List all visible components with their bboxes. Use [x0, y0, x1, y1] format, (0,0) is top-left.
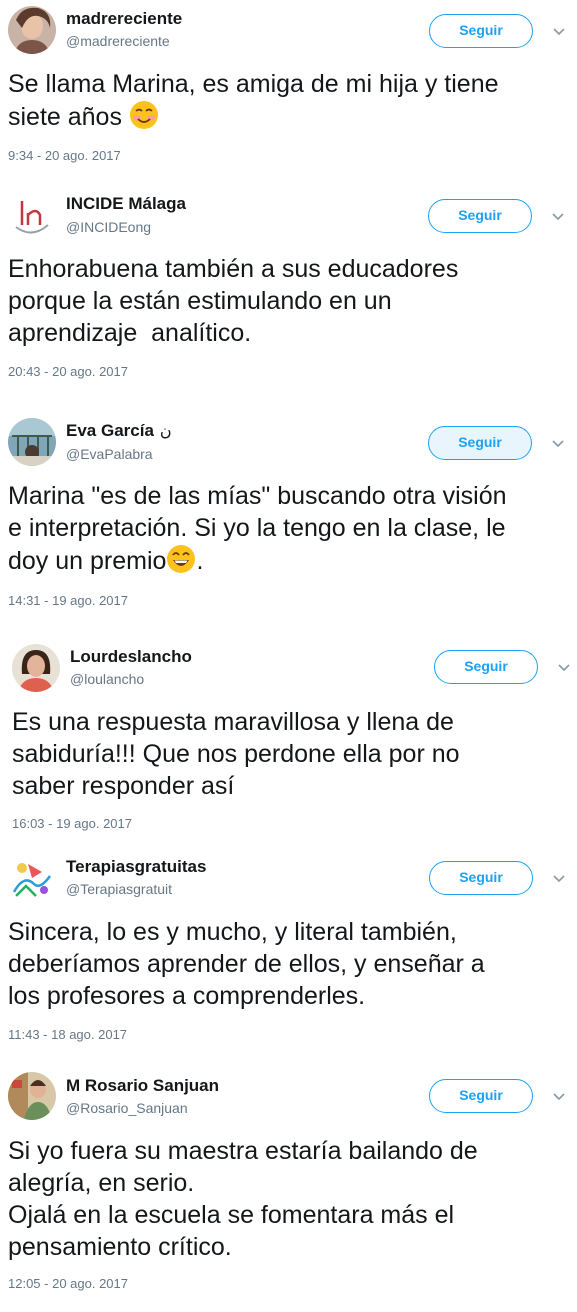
tweet-incide-malaga: INCIDE Málaga @INCIDEong Seguir Enhorabu… — [0, 185, 577, 395]
tweet-text: Si yo fuera su maestra estaría bailando … — [8, 1137, 478, 1261]
author-handle[interactable]: @loulancho — [70, 670, 144, 688]
follow-button[interactable]: Seguir — [429, 1079, 533, 1113]
follow-button[interactable]: Seguir — [434, 650, 538, 684]
avatar-lourdeslancho[interactable] — [12, 644, 60, 692]
author-name[interactable]: Lourdeslancho — [70, 647, 192, 667]
follow-button[interactable]: Seguir — [428, 199, 532, 233]
tweet-m-rosario-sanjuan: M Rosario Sanjuan @Rosario_Sanjuan Segui… — [0, 1068, 577, 1308]
author-handle[interactable]: @EvaPalabra — [66, 445, 153, 463]
chevron-down-icon[interactable] — [557, 663, 571, 673]
tweet-text: Es una respuesta maravillosa y llena de … — [12, 708, 460, 800]
tweet-timestamp[interactable]: 20:43 - 20 ago. 2017 — [8, 364, 128, 380]
chevron-down-icon[interactable] — [552, 27, 566, 37]
tweet-eva-garcia: Eva García ن @EvaPalabra Seguir Marina "e… — [0, 412, 577, 617]
avatar-incide-malaga[interactable] — [8, 191, 56, 239]
tweet-timestamp[interactable]: 14:31 - 19 ago. 2017 — [8, 593, 128, 609]
author-handle[interactable]: @Terapiasgratuit — [66, 880, 172, 898]
author-name[interactable]: INCIDE Málaga — [66, 194, 186, 214]
author-name[interactable]: M Rosario Sanjuan — [66, 1076, 219, 1096]
tweet-timestamp[interactable]: 12:05 - 20 ago. 2017 — [8, 1276, 128, 1292]
tweet-replies-page: madrereciente @madrereciente Seguir Se l… — [0, 0, 577, 1312]
author-name[interactable]: Terapiasgratuitas — [66, 857, 206, 877]
author-name[interactable]: Eva García ن — [66, 421, 172, 441]
author-handle[interactable]: @INCIDEong — [66, 218, 151, 236]
follow-button[interactable]: Seguir — [429, 861, 533, 895]
tweet-text: Se llama Marina, es amiga de mi hija y t… — [8, 70, 499, 131]
chevron-down-icon[interactable] — [552, 1092, 566, 1102]
tweet-timestamp[interactable]: 11:43 - 18 ago. 2017 — [8, 1027, 127, 1043]
grinning-face-emoji — [167, 545, 196, 573]
tweet-text: Enhorabuena también a sus educadores por… — [8, 255, 459, 347]
tweet-terapiasgratuitas: Terapiasgratuitas @Terapiasgratuit Segui… — [0, 850, 577, 1050]
tweet-timestamp[interactable]: 16:03 - 19 ago. 2017 — [12, 816, 132, 832]
avatar-eva-garcia[interactable] — [8, 418, 56, 466]
tweet-text: Sincera, lo es y mucho, y literal tambié… — [8, 918, 485, 1010]
name-decoration: ن — [159, 421, 172, 440]
avatar-m-rosario-sanjuan[interactable] — [8, 1072, 56, 1120]
follow-button[interactable]: Seguir — [428, 426, 532, 460]
tweet-timestamp[interactable]: 9:34 - 20 ago. 2017 — [8, 148, 121, 164]
author-handle[interactable]: @madrereciente — [66, 32, 170, 50]
follow-button[interactable]: Seguir — [429, 14, 533, 48]
tweet-lourdeslancho: Lourdeslancho @loulancho Seguir Es una r… — [0, 640, 577, 840]
chevron-down-icon[interactable] — [551, 439, 565, 449]
chevron-down-icon[interactable] — [551, 212, 565, 222]
author-handle[interactable]: @Rosario_Sanjuan — [66, 1099, 188, 1117]
tweet-text: Marina "es de las mías" buscando otra vi… — [8, 482, 507, 575]
smiling-face-emoji — [129, 101, 158, 129]
avatar-madrereciente[interactable] — [8, 6, 56, 54]
author-name[interactable]: madrereciente — [66, 9, 182, 29]
tweet-madrereciente: madrereciente @madrereciente Seguir Se l… — [0, 0, 577, 180]
avatar-terapiasgratuitas[interactable] — [8, 854, 56, 902]
chevron-down-icon[interactable] — [552, 874, 566, 884]
